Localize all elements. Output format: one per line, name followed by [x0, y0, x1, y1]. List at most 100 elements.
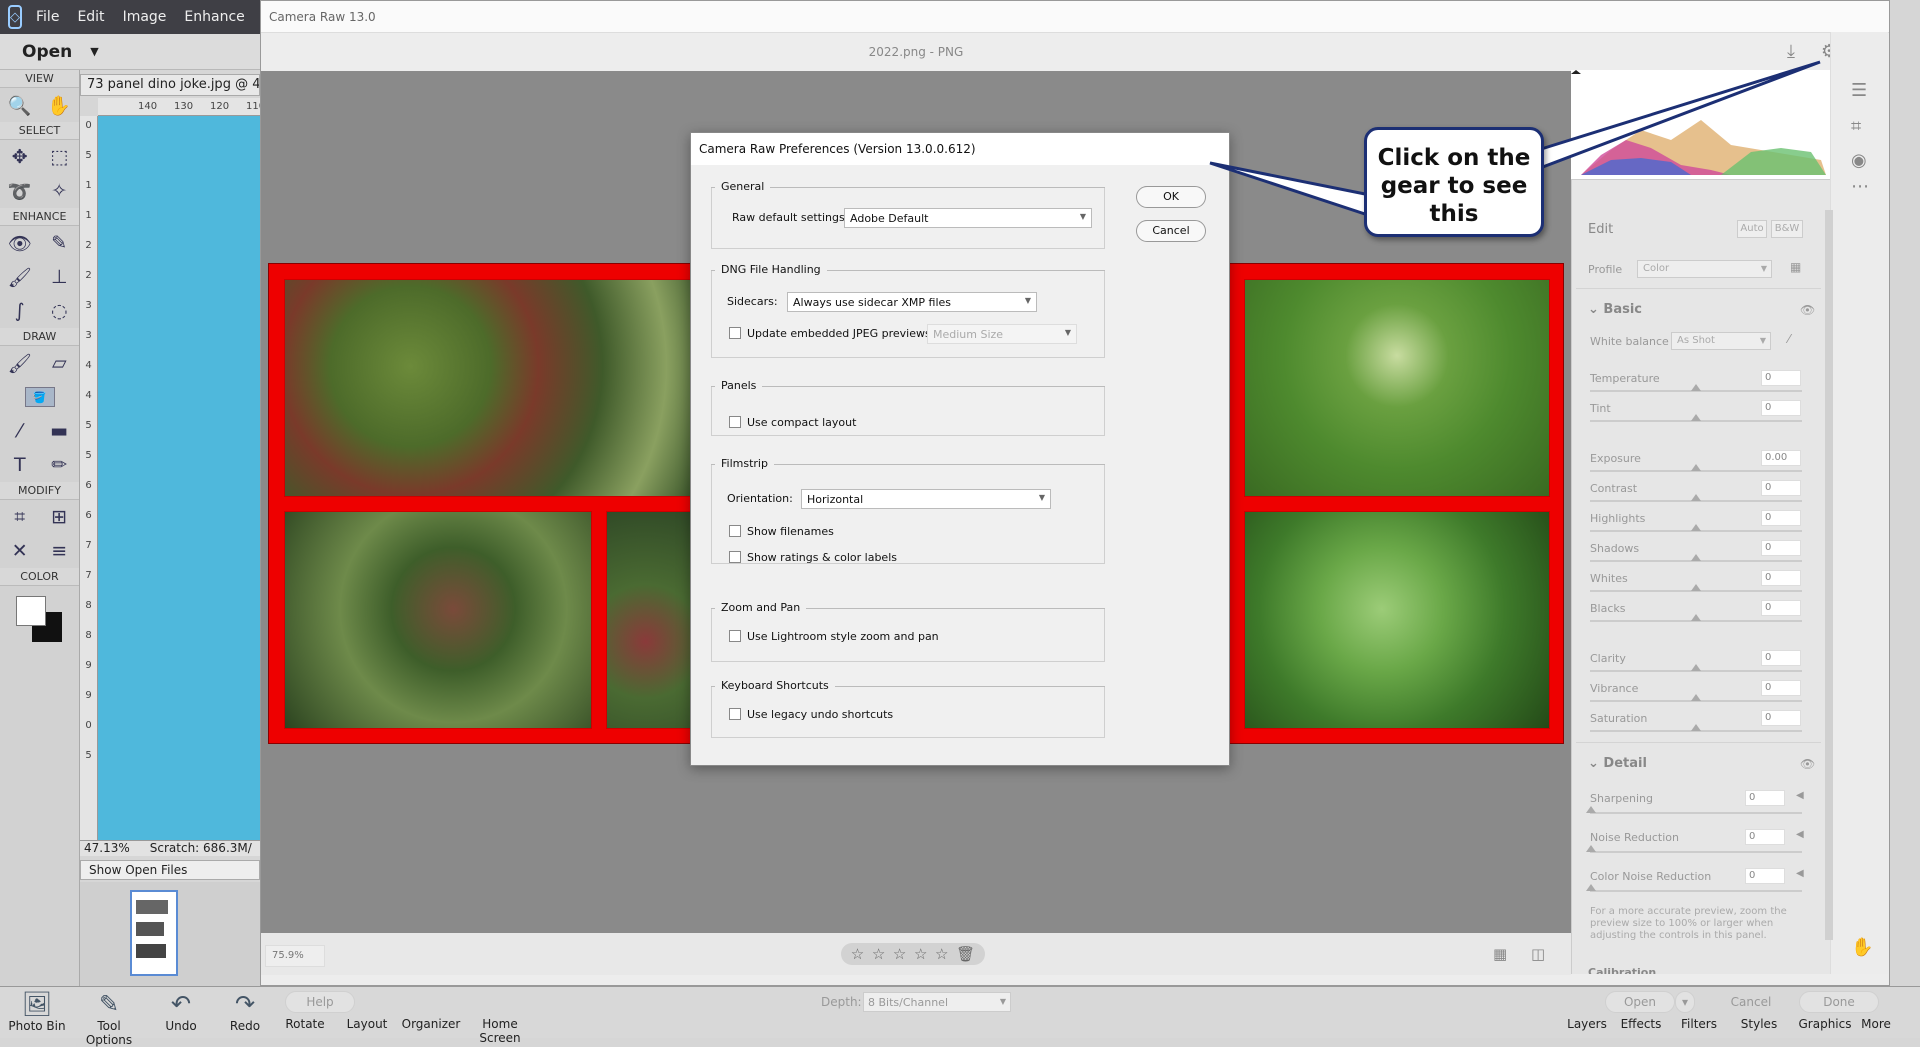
- slider-value-input[interactable]: 0: [1761, 370, 1801, 386]
- legacy-undo-checkbox[interactable]: [729, 708, 741, 720]
- pencil-tool-icon[interactable]: ✏: [44, 450, 74, 480]
- slider-handle[interactable]: [1691, 584, 1701, 591]
- trash-icon[interactable]: 🗑: [956, 945, 975, 963]
- compact-layout-checkbox[interactable]: [729, 416, 741, 428]
- open-dropdown-icon[interactable]: ▼: [90, 45, 98, 58]
- detail-slider-track[interactable]: [1590, 851, 1802, 853]
- recompose-tool-icon[interactable]: ⊞: [44, 502, 74, 532]
- slider-value-input[interactable]: 0: [1761, 650, 1801, 666]
- blur-tool-icon[interactable]: ∫: [5, 296, 35, 326]
- zoom-level-dropdown[interactable]: 75.9%: [265, 945, 325, 967]
- menu-enhance[interactable]: Enhance: [184, 9, 244, 25]
- detail-slider-track[interactable]: [1590, 890, 1802, 892]
- detail-slider-value-input[interactable]: 0: [1745, 829, 1785, 845]
- red-eye-icon[interactable]: ◉: [1851, 150, 1867, 171]
- slider-handle[interactable]: [1691, 614, 1701, 621]
- slider-value-input[interactable]: 0: [1761, 600, 1801, 616]
- menu-file[interactable]: File: [36, 9, 59, 25]
- slider-value-input[interactable]: 0: [1761, 680, 1801, 696]
- photo-bin-button[interactable]: 🖼 Photo Bin: [2, 989, 72, 1033]
- menu-edit[interactable]: Edit: [77, 9, 104, 25]
- paint-bucket-tool-icon[interactable]: 🪣: [24, 387, 55, 407]
- lightroom-zoom-checkbox[interactable]: [729, 630, 741, 642]
- document-canvas[interactable]: [98, 116, 260, 840]
- straighten-tool-icon[interactable]: ≡: [44, 536, 74, 566]
- tool-options-button[interactable]: ✎ Tool Options: [74, 989, 144, 1047]
- update-jpeg-checkbox[interactable]: [729, 327, 741, 339]
- panel-scrollbar[interactable]: [1825, 210, 1833, 940]
- help-button[interactable]: Help: [285, 991, 355, 1013]
- show-filenames-checkbox[interactable]: [729, 525, 741, 537]
- slider-handle[interactable]: [1691, 554, 1701, 561]
- slider-handle[interactable]: [1691, 524, 1701, 531]
- hand-icon[interactable]: ✋: [1851, 937, 1873, 958]
- slider-handle[interactable]: [1691, 414, 1701, 421]
- slider-reset-arrow-icon[interactable]: ◀: [1796, 868, 1804, 879]
- document-tab[interactable]: 73 panel dino joke.jpg @ 47.1: [80, 74, 260, 96]
- type-tool-icon[interactable]: T: [5, 450, 35, 480]
- ok-button[interactable]: OK: [1136, 186, 1206, 208]
- done-button[interactable]: Done: [1799, 991, 1879, 1013]
- slider-handle[interactable]: [1691, 494, 1701, 501]
- slider-handle[interactable]: [1691, 384, 1701, 391]
- star-icon[interactable]: ☆: [851, 945, 864, 963]
- organizer-button[interactable]: Organizer: [396, 1017, 466, 1031]
- crop-icon[interactable]: ⌗: [1851, 116, 1861, 137]
- orientation-dropdown[interactable]: Horizontal ▼: [801, 489, 1051, 509]
- rating-stars[interactable]: ☆ ☆ ☆ ☆ ☆ 🗑: [841, 943, 985, 965]
- rotate-button[interactable]: Rotate: [270, 1017, 340, 1031]
- eraser-tool-icon[interactable]: ▱: [44, 348, 74, 378]
- slider-handle[interactable]: [1691, 694, 1701, 701]
- detail-slider-handle[interactable]: [1586, 845, 1596, 852]
- star-icon[interactable]: ☆: [872, 945, 885, 963]
- profile-dropdown[interactable]: Color ▼: [1637, 260, 1772, 278]
- slider-handle[interactable]: [1691, 664, 1701, 671]
- cancel-prefs-button[interactable]: Cancel: [1136, 220, 1206, 242]
- marquee-tool-icon[interactable]: ⬚: [44, 142, 74, 172]
- slider-value-input[interactable]: 0: [1761, 540, 1801, 556]
- slider-value-input[interactable]: 0: [1761, 400, 1801, 416]
- sponge-tool-icon[interactable]: ◌: [44, 296, 74, 326]
- detail-slider-value-input[interactable]: 0: [1745, 868, 1785, 884]
- healing-brush-tool-icon[interactable]: ✎: [44, 228, 74, 258]
- content-aware-move-icon[interactable]: ✕: [5, 536, 35, 566]
- slider-value-input[interactable]: 0.00: [1761, 450, 1801, 466]
- edit-sliders-icon[interactable]: ☰: [1851, 80, 1867, 101]
- smart-brush-tool-icon[interactable]: 🖌: [5, 262, 35, 292]
- star-icon[interactable]: ☆: [935, 945, 948, 963]
- slider-value-input[interactable]: 0: [1761, 480, 1801, 496]
- raw-default-dropdown[interactable]: Adobe Default ▼: [844, 208, 1092, 228]
- styles-button[interactable]: Styles: [1724, 1017, 1794, 1031]
- photo-bin-thumbnail[interactable]: [130, 890, 178, 976]
- update-jpeg-dropdown[interactable]: Medium Size ▼: [927, 324, 1077, 344]
- clone-stamp-tool-icon[interactable]: ⊥: [44, 262, 74, 292]
- open-button[interactable]: Open: [22, 42, 72, 62]
- home-screen-button[interactable]: Home Screen: [460, 1017, 540, 1045]
- more-button[interactable]: More: [1846, 1017, 1906, 1031]
- before-after-icon[interactable]: ◫: [1531, 945, 1545, 963]
- shape-tool-icon[interactable]: ▬: [44, 416, 74, 446]
- basic-visibility-eye-icon[interactable]: 👁: [1800, 303, 1815, 317]
- undo-button[interactable]: ↶ Undo: [146, 989, 216, 1033]
- cancel-button[interactable]: Cancel: [1711, 991, 1791, 1013]
- move-tool-icon[interactable]: ✥: [5, 142, 35, 172]
- zoom-tool-icon[interactable]: 🔍: [5, 90, 35, 120]
- detail-slider-value-input[interactable]: 0: [1745, 790, 1785, 806]
- star-icon[interactable]: ☆: [893, 945, 906, 963]
- auto-button[interactable]: Auto: [1737, 220, 1767, 238]
- menu-image[interactable]: Image: [123, 9, 167, 25]
- sidecars-dropdown[interactable]: Always use sidecar XMP files ▼: [787, 292, 1037, 312]
- star-icon[interactable]: ☆: [914, 945, 927, 963]
- white-balance-eyedropper-icon[interactable]: ⁄: [1788, 332, 1790, 346]
- open-options-dropdown[interactable]: ▾: [1675, 991, 1695, 1013]
- slider-value-input[interactable]: 0: [1761, 570, 1801, 586]
- basic-section-header[interactable]: ⌄ Basic: [1588, 302, 1642, 317]
- slider-reset-arrow-icon[interactable]: ◀: [1796, 790, 1804, 801]
- show-ratings-checkbox[interactable]: [729, 551, 741, 563]
- crop-tool-icon[interactable]: ⌗: [5, 502, 35, 532]
- detail-slider-handle[interactable]: [1586, 884, 1596, 891]
- profile-browser-icon[interactable]: ▦: [1790, 260, 1801, 274]
- lasso-tool-icon[interactable]: ➰: [5, 176, 35, 206]
- more-tools-icon[interactable]: ⋯: [1851, 176, 1869, 197]
- color-swatches[interactable]: [0, 586, 79, 656]
